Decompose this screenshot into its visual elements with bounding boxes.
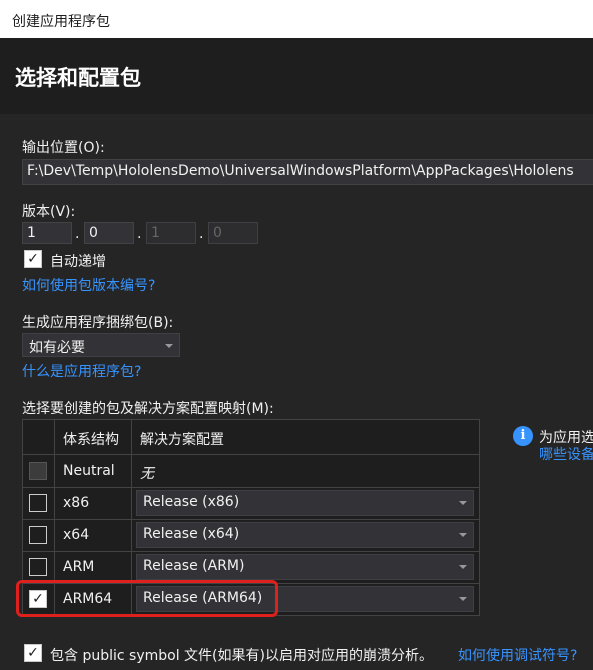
grid-divider (23, 551, 479, 552)
version-revision-input: 0 (208, 222, 258, 244)
chevron-down-icon (459, 501, 467, 505)
symbols-help-link[interactable]: 如何使用调试符号? (458, 645, 577, 665)
row-arch-x86: x86 (63, 495, 90, 511)
bundle-selected: 如有必要 (29, 340, 85, 356)
grid-divider (23, 487, 479, 488)
row-config-neutral: 无 (140, 466, 154, 482)
row-arch-x64: x64 (63, 527, 90, 543)
row-arch-neutral: Neutral (63, 463, 115, 479)
row-checkbox-arm[interactable] (29, 558, 47, 576)
grid-divider (23, 519, 479, 520)
grid-divider (23, 454, 479, 455)
auto-increment-checkbox[interactable]: ✓ (24, 250, 42, 268)
chevron-down-icon (459, 597, 467, 601)
bundle-help-link[interactable]: 什么是应用程序包? (22, 361, 141, 381)
chevron-down-icon (165, 344, 173, 348)
row-config-dropdown-arm[interactable]: Release (ARM) (136, 554, 474, 580)
version-dot: . (199, 226, 204, 242)
version-major-input[interactable]: 1 (22, 222, 72, 244)
version-help-link[interactable]: 如何使用包版本编号? (22, 275, 155, 295)
include-symbols-checkbox[interactable]: ✓ (24, 644, 42, 662)
info-link[interactable]: 哪些设备 (539, 444, 593, 464)
version-label: 版本(V): (22, 204, 76, 220)
packages-label: 选择要创建的包及解决方案配置映射(M): (22, 401, 274, 417)
row-config-x86: Release (x86) (143, 494, 240, 510)
row-arch-arm: ARM (63, 559, 95, 575)
output-location-input[interactable]: F:\Dev\Temp\HololensDemo\UniversalWindow… (22, 159, 593, 185)
row-config-arm: Release (ARM) (143, 558, 245, 574)
window-titlebar: 创建应用程序包 (0, 0, 593, 38)
arm64-highlight-annotation (16, 580, 278, 617)
version-build-input: 1 (146, 222, 196, 244)
page-header: 选择和配置包 (0, 38, 593, 114)
version-minor-input[interactable]: 0 (84, 222, 134, 244)
row-config-dropdown-x86[interactable]: Release (x86) (136, 490, 474, 516)
chevron-down-icon (459, 533, 467, 537)
window-title: 创建应用程序包 (12, 14, 110, 30)
row-checkbox-neutral (29, 462, 47, 480)
chevron-down-icon (459, 565, 467, 569)
version-dot: . (137, 226, 142, 242)
page-title: 选择和配置包 (15, 66, 141, 90)
output-location-label: 输出位置(O): (22, 140, 105, 156)
include-symbols-label: 包含 public symbol 文件(如果有)以启用对应用的崩溃分析。 (50, 648, 433, 664)
row-checkbox-x64[interactable] (29, 526, 47, 544)
bundle-dropdown[interactable]: 如有必要 (22, 333, 180, 357)
row-config-x64: Release (x64) (143, 526, 240, 542)
column-header-config: 解决方案配置 (140, 432, 224, 448)
row-config-dropdown-x64[interactable]: Release (x64) (136, 522, 474, 548)
row-checkbox-x86[interactable] (29, 494, 47, 512)
version-dot: . (75, 226, 80, 242)
auto-increment-label: 自动递增 (50, 254, 106, 270)
info-icon: i (513, 426, 533, 446)
bundle-label: 生成应用程序捆绑包(B): (22, 315, 174, 331)
column-header-arch: 体系结构 (63, 432, 119, 448)
